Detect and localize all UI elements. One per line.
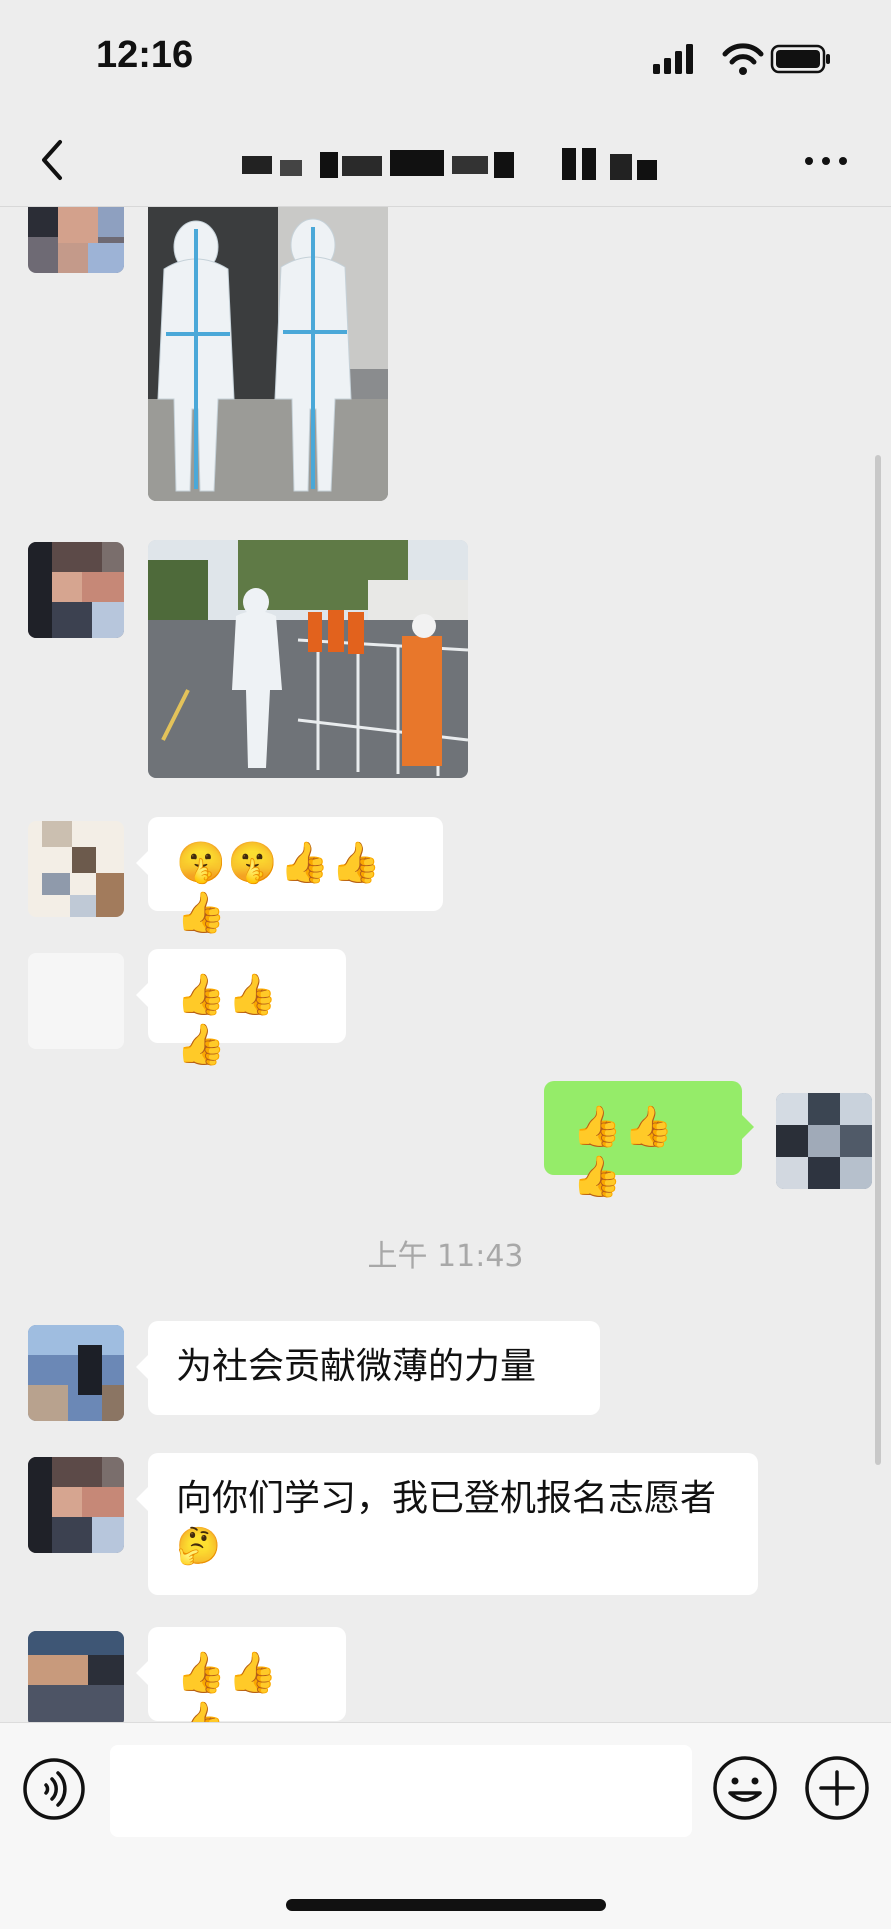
plus-icon[interactable] bbox=[804, 1755, 870, 1821]
message-text: 👍👍👍 bbox=[176, 972, 280, 1068]
message-image[interactable] bbox=[148, 540, 468, 778]
message-bubble[interactable]: 👍👍👍 bbox=[136, 1627, 346, 1722]
avatar[interactable] bbox=[28, 542, 124, 638]
blurred-title-mosaic bbox=[242, 148, 657, 180]
avatar[interactable] bbox=[28, 1325, 124, 1421]
message-text: 👍👍👍 bbox=[572, 1104, 676, 1200]
avatar[interactable] bbox=[28, 821, 124, 917]
emoji-icon[interactable] bbox=[712, 1755, 778, 1821]
status-bar: 12:16 bbox=[0, 0, 891, 118]
status-time: 12:16 bbox=[96, 34, 194, 76]
avatar[interactable] bbox=[28, 207, 124, 273]
message-text: 为社会贡献微薄的力量 bbox=[176, 1346, 537, 1387]
status-icons bbox=[653, 43, 830, 75]
scrollbar[interactable] bbox=[875, 455, 881, 1465]
home-indicator[interactable] bbox=[286, 1899, 606, 1911]
more-options-icon[interactable] bbox=[801, 144, 851, 178]
battery-icon bbox=[770, 44, 830, 74]
message-text: 向你们学习，我已登机报名志愿者🤔 bbox=[176, 1478, 717, 1567]
message-bubble-self[interactable]: 👍👍👍 bbox=[544, 1081, 754, 1200]
message-bubble[interactable]: 👍👍👍 bbox=[136, 949, 346, 1068]
message-text: 👍👍👍 bbox=[176, 1650, 280, 1722]
wifi-icon bbox=[722, 43, 764, 75]
message-image[interactable] bbox=[148, 207, 388, 501]
message-bubble[interactable]: 为社会贡献微薄的力量 bbox=[136, 1321, 600, 1415]
message-text: 🤫🤫👍👍👍 bbox=[176, 840, 384, 936]
chat-header bbox=[0, 118, 891, 207]
message-bubble[interactable]: 向你们学习，我已登机报名志愿者🤔 bbox=[136, 1453, 758, 1595]
message-timestamp: 上午 11:43 bbox=[367, 1239, 524, 1274]
back-arrow-icon[interactable] bbox=[34, 136, 74, 186]
message-list[interactable]: 🤫🤫👍👍👍 👍👍👍 👍👍👍 上午 11:43 为社会贡献微薄的力量 向你们学习，… bbox=[0, 207, 891, 1722]
avatar[interactable] bbox=[28, 1457, 124, 1553]
signal-icon bbox=[653, 44, 693, 74]
photo-two-workers-in-protective-suits bbox=[148, 207, 388, 501]
avatar[interactable] bbox=[28, 1631, 124, 1722]
message-bubble[interactable]: 🤫🤫👍👍👍 bbox=[136, 817, 443, 936]
my-avatar[interactable] bbox=[776, 1093, 872, 1189]
voice-input-icon[interactable] bbox=[22, 1757, 86, 1821]
message-input[interactable] bbox=[110, 1745, 692, 1837]
input-bar bbox=[0, 1722, 891, 1929]
avatar[interactable] bbox=[28, 953, 124, 1049]
photo-street-checkpoint-with-workers bbox=[148, 540, 468, 778]
